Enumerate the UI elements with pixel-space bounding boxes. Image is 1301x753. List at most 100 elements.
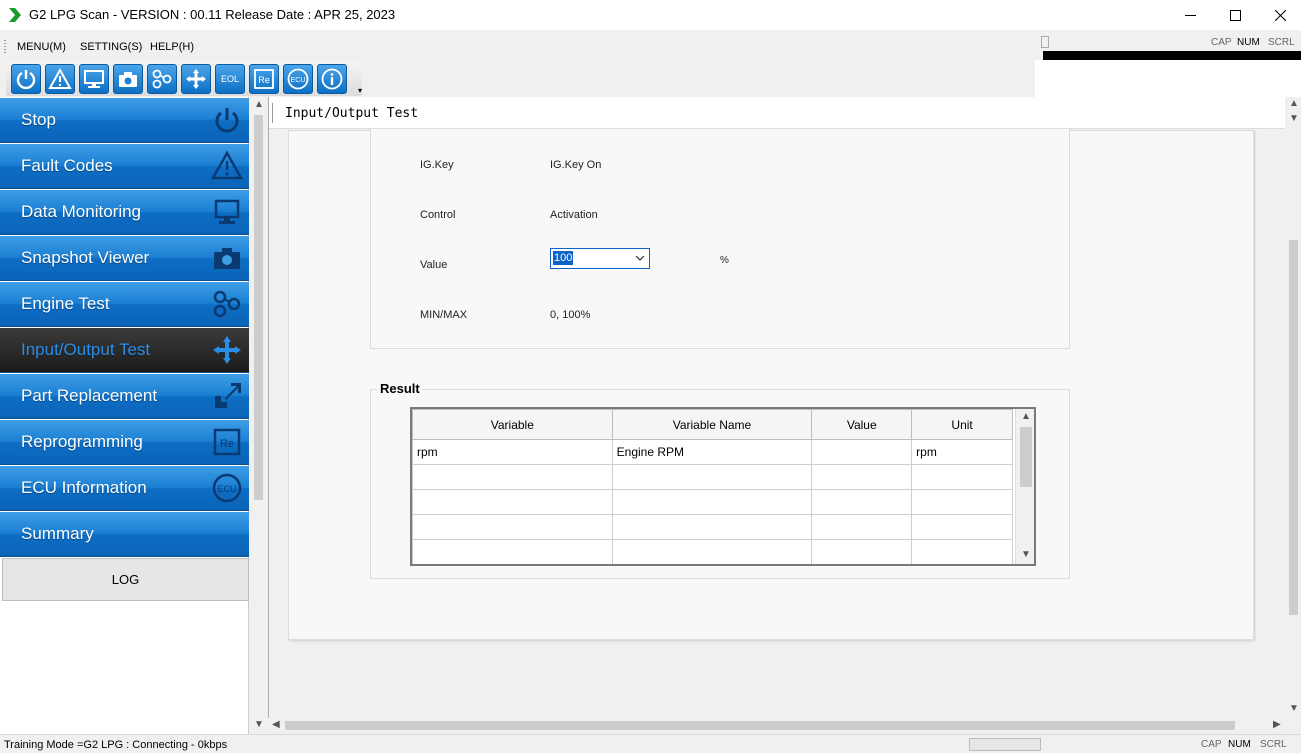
header-scroll[interactable]: ▲ ▼	[1285, 97, 1301, 129]
toolbar-stop-button[interactable]	[11, 64, 41, 94]
sidebar-item-stop[interactable]: Stop	[0, 98, 249, 143]
sidebar-item-label: Snapshot Viewer	[21, 248, 150, 267]
field-label-control: Control	[420, 209, 456, 221]
sidebar-item-data-monitoring[interactable]: Data Monitoring	[0, 190, 249, 235]
menu-item-help[interactable]: HELP(H)	[150, 41, 194, 53]
black-strip	[1043, 51, 1301, 60]
io-arrows-icon	[213, 336, 241, 364]
sidebar-item-label: Summary	[21, 524, 94, 543]
menubar-grip	[4, 40, 6, 54]
table-row[interactable]: rpm Engine RPM rpm	[412, 439, 1013, 465]
num-indicator: NUM	[1228, 739, 1251, 750]
sidebar-item-ecu-information[interactable]: ECU Information ECU	[0, 466, 249, 511]
app-window: G2 LPG Scan - VERSION : 00.11 Release Da…	[0, 0, 1301, 753]
table-row[interactable]	[412, 464, 1013, 490]
toolbar-info-button[interactable]	[317, 64, 347, 94]
scroll-right-icon[interactable]: ▶	[1273, 719, 1281, 730]
field-label-igkey: IG.Key	[420, 159, 454, 171]
main-horizontal-scrollbar[interactable]: ◀ ▶	[268, 718, 1286, 733]
svg-text:EOL: EOL	[221, 74, 239, 84]
result-table-scrollbar[interactable]: ▲ ▼	[1015, 409, 1034, 564]
sidebar-item-part-replacement[interactable]: Part Replacement	[0, 374, 249, 419]
chevron-up-icon[interactable]: ▲	[1021, 411, 1031, 422]
result-scroll-thumb[interactable]	[1020, 427, 1032, 487]
toolbar-io-test-button[interactable]	[181, 64, 211, 94]
reprogram-icon: Re	[254, 69, 274, 89]
column-header-variable[interactable]: Variable	[412, 409, 613, 440]
svg-text:ECU: ECU	[291, 77, 306, 84]
sidebar-scroll-thumb[interactable]	[254, 115, 263, 500]
table-row[interactable]	[412, 489, 1013, 515]
close-button[interactable]	[1257, 0, 1301, 30]
chevron-up-icon[interactable]: ▲	[1289, 98, 1299, 109]
engine-test-icon	[213, 290, 241, 318]
sidebar-item-input-output-test[interactable]: Input/Output Test	[0, 328, 249, 373]
toolbar-filler	[1035, 60, 1301, 97]
field-label-minmax: MIN/MAX	[420, 309, 468, 321]
power-icon	[16, 70, 36, 90]
sidebar-item-reprogramming[interactable]: Reprogramming Re	[0, 420, 249, 465]
column-header-unit[interactable]: Unit	[911, 409, 1013, 440]
log-button[interactable]: LOG	[2, 558, 249, 601]
column-header-value[interactable]: Value	[811, 409, 913, 440]
chevron-down-icon[interactable]: ▼	[1021, 549, 1031, 560]
toolbar-eol-button[interactable]: EOL	[215, 64, 245, 94]
io-arrows-icon	[186, 69, 206, 89]
scroll-left-icon[interactable]: ◀	[272, 719, 280, 730]
page-title: Input/Output Test	[285, 106, 419, 121]
minimize-icon	[1184, 14, 1196, 16]
toolbar-monitor-button[interactable]	[79, 64, 109, 94]
main-vscroll-thumb[interactable]	[1289, 240, 1298, 615]
table-cell	[412, 464, 613, 490]
eol-icon: EOL	[221, 74, 239, 84]
menu-item-menu[interactable]: MENU(M)	[17, 41, 66, 53]
scroll-up-icon[interactable]: ▲	[254, 99, 264, 110]
monitor-icon	[84, 70, 104, 88]
monitor-icon	[214, 199, 240, 224]
main-hscroll-thumb[interactable]	[285, 721, 1235, 730]
main-vertical-scrollbar[interactable]: ▼	[1286, 130, 1301, 720]
indicator-box	[1041, 36, 1049, 48]
sidebar-item-summary[interactable]: Summary	[0, 512, 249, 557]
sidebar-item-label: Reprogramming	[21, 432, 143, 451]
toolbar-snapshot-button[interactable]	[113, 64, 143, 94]
sidebar-item-engine-test[interactable]: Engine Test	[0, 282, 249, 327]
toolbar-fault-button[interactable]	[45, 64, 75, 94]
table-row[interactable]	[412, 514, 1013, 540]
title-bar: G2 LPG Scan - VERSION : 00.11 Release Da…	[0, 0, 1301, 30]
sidebar-item-snapshot-viewer[interactable]: Snapshot Viewer	[0, 236, 249, 281]
scroll-down-icon[interactable]: ▼	[254, 719, 264, 730]
table-cell	[811, 489, 913, 515]
table-row[interactable]	[412, 539, 1013, 564]
close-icon	[1274, 9, 1286, 21]
sidebar-item-label: Fault Codes	[21, 156, 113, 175]
table-cell	[811, 439, 913, 465]
table-cell: rpm	[911, 439, 1013, 465]
status-progress	[969, 738, 1041, 751]
maximize-button[interactable]	[1212, 0, 1258, 30]
toolbar-reprogram-button[interactable]: Re	[249, 64, 279, 94]
toolbar-engine-test-button[interactable]	[147, 64, 177, 94]
table-cell	[412, 514, 613, 540]
value-select[interactable]: 100	[550, 248, 650, 269]
menu-item-setting[interactable]: SETTING(S)	[80, 41, 142, 53]
table-cell: rpm	[412, 439, 613, 465]
svg-text:Re: Re	[258, 75, 270, 85]
menu-bar: MENU(M) SETTING(S) HELP(H)	[0, 30, 1035, 62]
scroll-down-icon[interactable]: ▼	[1289, 703, 1299, 714]
toolbar-ecu-button[interactable]: ECU	[283, 64, 313, 94]
scrl-indicator: SCRL	[1260, 739, 1287, 750]
sidebar-item-label: Part Replacement	[21, 386, 158, 405]
window-title: G2 LPG Scan - VERSION : 00.11 Release Da…	[29, 7, 396, 22]
maximize-icon	[1229, 9, 1241, 21]
toolbar-overflow-icon[interactable]: ▾	[358, 86, 362, 95]
ecu-icon: ECU	[212, 473, 242, 503]
chevron-down-icon[interactable]: ▼	[1289, 113, 1299, 124]
sidebar-item-label: ECU Information	[21, 478, 147, 497]
minimize-button[interactable]	[1167, 0, 1213, 30]
column-header-variable-name[interactable]: Variable Name	[611, 409, 813, 440]
part-replace-icon	[215, 383, 241, 408]
result-title: Result	[378, 381, 422, 396]
sidebar-scrollbar[interactable]: ▲ ▼	[251, 97, 266, 734]
sidebar-item-fault-codes[interactable]: Fault Codes	[0, 144, 249, 189]
